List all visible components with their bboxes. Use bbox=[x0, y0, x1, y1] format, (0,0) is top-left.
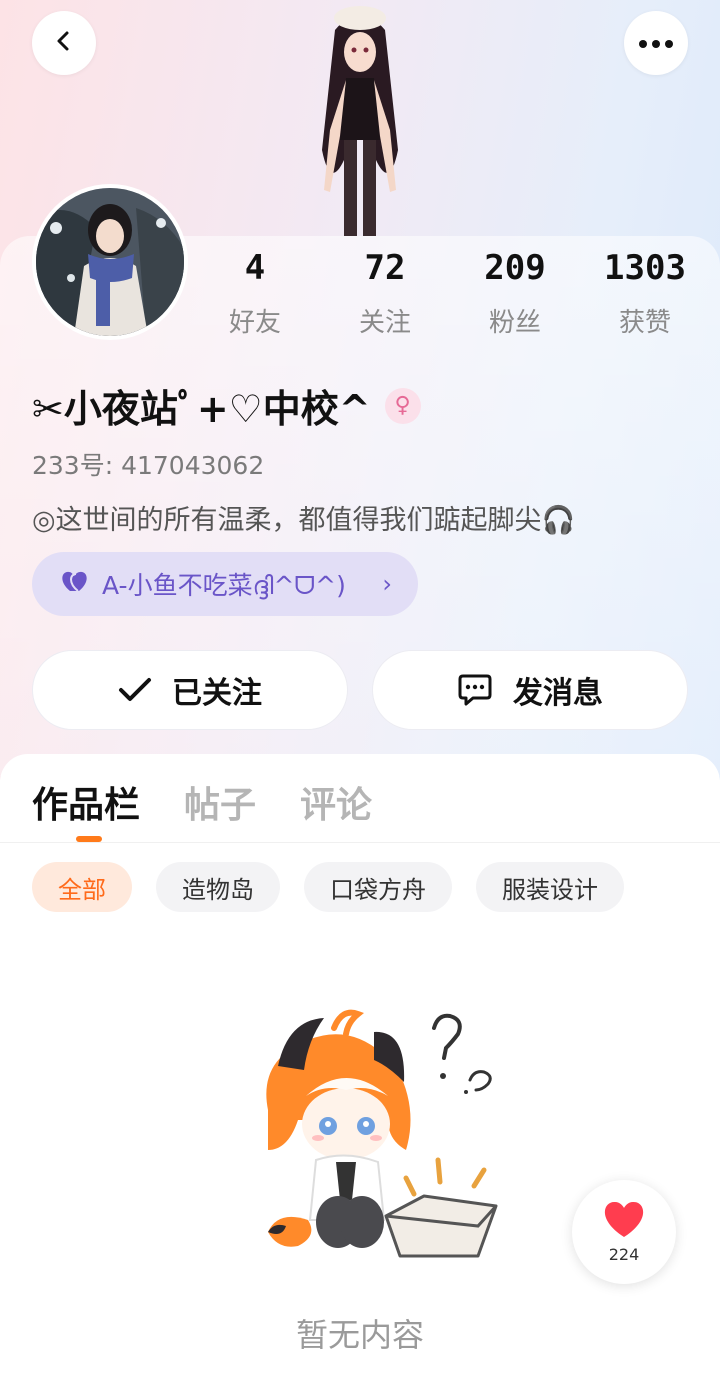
nickname-text: ✂小夜站ﾟ+♡中校^ bbox=[32, 387, 371, 431]
chip-fashion-design[interactable]: 服装设计 bbox=[476, 862, 624, 912]
character-figure bbox=[280, 0, 440, 236]
chat-bubble-icon bbox=[457, 673, 493, 707]
user-id: 233号: 417043062 bbox=[32, 451, 265, 480]
chip-pocket-ark[interactable]: 口袋方舟 bbox=[304, 862, 452, 912]
avatar-photo bbox=[36, 188, 184, 336]
heart-icon bbox=[60, 569, 90, 600]
followed-button[interactable]: 已关注 bbox=[32, 650, 348, 730]
stat-value: 209 bbox=[484, 248, 546, 288]
like-count: 224 bbox=[608, 1244, 640, 1264]
stat-label: 获赞 bbox=[618, 308, 671, 338]
filter-chips: 全部 造物岛 口袋方舟 服装设计 bbox=[32, 862, 648, 912]
cp-badge[interactable]: A-小鱼不吃菜ദ്ദി^ᗜ^) › bbox=[32, 552, 418, 616]
female-icon: ♀ bbox=[384, 387, 421, 424]
heart-icon bbox=[602, 1201, 646, 1243]
chip-all[interactable]: 全部 bbox=[32, 862, 132, 912]
divider bbox=[0, 842, 720, 843]
nickname: ✂小夜站ﾟ+♡中校^ ♀ bbox=[32, 378, 421, 433]
tab-comments[interactable]: 评论 bbox=[300, 776, 372, 828]
stat-value: 72 bbox=[364, 248, 406, 288]
stat-label: 粉丝 bbox=[488, 308, 541, 338]
chip-creation-island[interactable]: 造物岛 bbox=[156, 862, 280, 912]
stat-friends[interactable]: 4 好友 bbox=[190, 248, 320, 339]
more-options-button[interactable] bbox=[624, 11, 688, 75]
chevron-right-icon: › bbox=[382, 570, 392, 598]
stat-value: 4 bbox=[244, 248, 266, 288]
followed-button-label: 已关注 bbox=[172, 676, 262, 711]
bio: ◎这世间的所有温柔，都值得我们踮起脚尖🎧 bbox=[32, 505, 576, 536]
empty-state-text: 暂无内容 bbox=[295, 1316, 424, 1354]
more-horizontal-icon bbox=[638, 34, 674, 53]
send-message-button[interactable]: 发消息 bbox=[372, 650, 688, 730]
stat-label: 好友 bbox=[228, 308, 281, 338]
profile-stats: 4 好友 72 关注 209 粉丝 1303 获赞 bbox=[190, 248, 710, 339]
send-message-button-label: 发消息 bbox=[513, 676, 603, 711]
stat-value: 1303 bbox=[604, 248, 686, 288]
cp-badge-label: A-小鱼不吃菜ദ്ദി^ᗜ^) bbox=[102, 571, 346, 600]
check-icon bbox=[118, 677, 152, 703]
tab-posts[interactable]: 帖子 bbox=[184, 776, 256, 828]
like-button[interactable]: 224 bbox=[572, 1180, 676, 1284]
empty-state-illustration bbox=[238, 1000, 508, 1270]
stat-following[interactable]: 72 关注 bbox=[320, 248, 450, 339]
back-button[interactable] bbox=[32, 11, 96, 75]
chevron-left-icon bbox=[52, 29, 76, 57]
stat-fans[interactable]: 209 粉丝 bbox=[450, 248, 580, 339]
stat-label: 关注 bbox=[358, 308, 411, 338]
content-tabs: 作品栏 帖子 评论 bbox=[32, 776, 416, 828]
tab-works[interactable]: 作品栏 bbox=[32, 776, 140, 828]
avatar[interactable] bbox=[32, 184, 188, 340]
stat-likes[interactable]: 1303 获赞 bbox=[580, 248, 710, 339]
